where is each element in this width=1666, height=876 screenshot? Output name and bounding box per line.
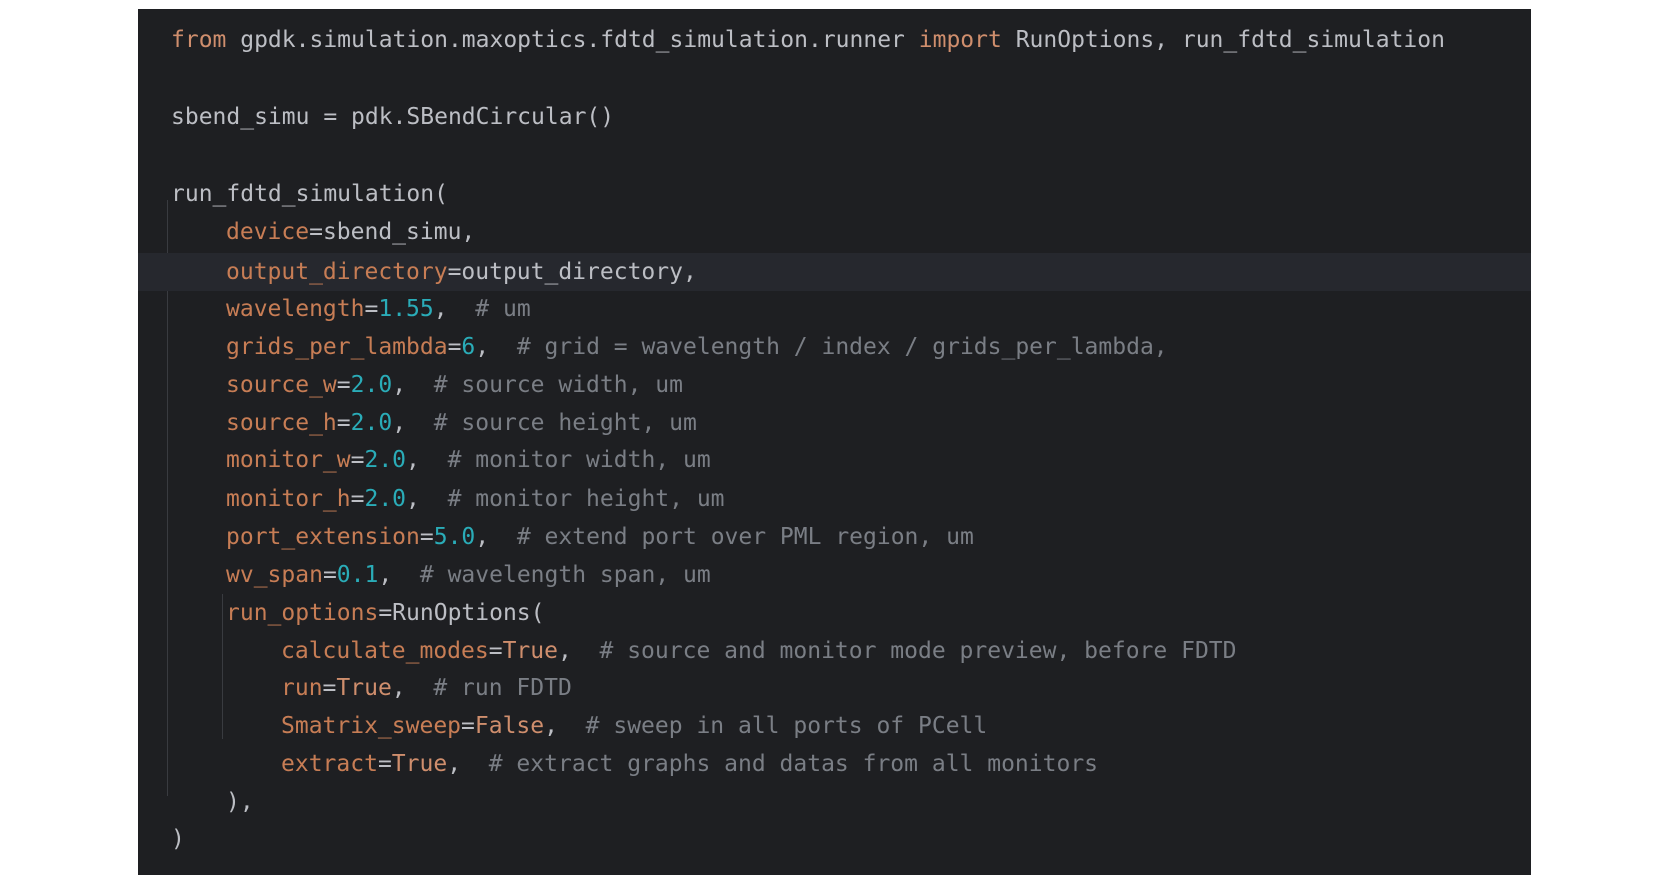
param-name: monitor_h xyxy=(226,486,351,512)
param-value: 2.0 xyxy=(364,486,407,512)
code-line-monitor-h[interactable]: monitor_h=2.0, # monitor height, um xyxy=(138,481,1531,517)
param-rest: =sbend_simu, xyxy=(309,219,476,245)
param-rest: =RunOptions( xyxy=(378,600,545,626)
param-name: extract xyxy=(281,751,378,777)
param-name: device xyxy=(226,219,310,245)
comment: # monitor width, um xyxy=(447,447,711,473)
param-name: wv_span xyxy=(226,562,323,588)
separator: , xyxy=(392,372,434,398)
separator: , xyxy=(406,447,448,473)
code-line-grids-per-lambda[interactable]: grids_per_lambda=6, # grid = wavelength … xyxy=(138,329,1531,365)
code-line-run[interactable]: run=True, # run FDTD xyxy=(138,670,1531,706)
comment: # run FDTD xyxy=(433,675,572,701)
equals-sign: = xyxy=(377,751,392,777)
param-name: source_w xyxy=(226,372,337,398)
param-value: True xyxy=(391,751,448,777)
code-line-import[interactable]: from gpdk.simulation.maxoptics.fdtd_simu… xyxy=(138,22,1531,58)
param-name: output_directory xyxy=(226,259,448,285)
code-line-smatrix-sweep[interactable]: Smatrix_sweep=False, # sweep in all port… xyxy=(138,708,1531,744)
code-line-run-options[interactable]: run_options=RunOptions( xyxy=(138,595,1531,631)
code-line-source-w[interactable]: source_w=2.0, # source width, um xyxy=(138,367,1531,403)
comment: # extend port over PML region, um xyxy=(516,524,974,550)
separator: , xyxy=(391,675,434,701)
equals-sign: = xyxy=(336,372,351,398)
param-name: Smatrix_sweep xyxy=(281,713,462,739)
param-name: wavelength xyxy=(226,296,365,322)
separator: , xyxy=(392,410,434,436)
separator: , xyxy=(475,334,517,360)
param-name: port_extension xyxy=(226,524,420,550)
param-name: calculate_modes xyxy=(281,638,489,664)
comment: # grid = wavelength / index / grids_per_… xyxy=(516,334,1168,360)
equals-sign: = xyxy=(322,562,337,588)
assign-statement: sbend_simu = pdk.SBendCircular() xyxy=(171,104,615,130)
comment: # source and monitor mode preview, befor… xyxy=(599,638,1237,664)
code-line-outer-close[interactable]: ) xyxy=(138,821,1531,857)
param-name: run xyxy=(281,675,323,701)
param-name: grids_per_lambda xyxy=(226,334,448,360)
param-value: False xyxy=(474,713,545,739)
equals-sign: = xyxy=(419,524,434,550)
separator: , xyxy=(447,751,489,777)
code-line-inner-close[interactable]: ), xyxy=(138,784,1531,820)
comment: # um xyxy=(475,296,531,322)
param-value: 2.0 xyxy=(364,447,407,473)
param-value: 0.1 xyxy=(336,562,379,588)
call-open: run_fdtd_simulation( xyxy=(171,181,448,207)
separator: , xyxy=(378,562,420,588)
equals-sign: = xyxy=(336,410,351,436)
code-line-wavelength[interactable]: wavelength=1.55, # um xyxy=(138,291,1531,327)
param-value: 6 xyxy=(461,334,476,360)
comment: # source height, um xyxy=(433,410,697,436)
param-value: 2.0 xyxy=(350,372,393,398)
param-name: run_options xyxy=(226,600,379,626)
keyword-import: import xyxy=(918,27,1002,53)
equals-sign: = xyxy=(350,486,365,512)
keyword-from: from xyxy=(171,27,227,53)
param-value: 2.0 xyxy=(350,410,393,436)
param-value: 1.55 xyxy=(378,296,434,322)
separator: , xyxy=(433,296,476,322)
code-line-assign[interactable]: sbend_simu = pdk.SBendCircular() xyxy=(138,99,1531,135)
equals-sign: = xyxy=(364,296,379,322)
code-line-call-open[interactable]: run_fdtd_simulation( xyxy=(138,176,1531,212)
code-editor[interactable]: from gpdk.simulation.maxoptics.fdtd_simu… xyxy=(138,9,1531,875)
code-line-port-extension[interactable]: port_extension=5.0, # extend port over P… xyxy=(138,519,1531,555)
code-line-calculate-modes[interactable]: calculate_modes=True, # source and monit… xyxy=(138,633,1531,669)
equals-sign: = xyxy=(322,675,337,701)
module-path: gpdk.simulation.maxoptics.fdtd_simulatio… xyxy=(226,27,919,53)
imported-names: RunOptions, run_fdtd_simulation xyxy=(1001,27,1445,53)
separator: , xyxy=(406,486,448,512)
param-value: 5.0 xyxy=(433,524,476,550)
separator: , xyxy=(557,638,600,664)
comment: # sweep in all ports of PCell xyxy=(585,713,988,739)
param-name: source_h xyxy=(226,410,337,436)
code-line-monitor-w[interactable]: monitor_w=2.0, # monitor width, um xyxy=(138,442,1531,478)
param-value: True xyxy=(502,638,558,664)
comment: # wavelength span, um xyxy=(419,562,711,588)
separator: , xyxy=(475,524,517,550)
code-line-wv-span[interactable]: wv_span=0.1, # wavelength span, um xyxy=(138,557,1531,593)
comment: # monitor height, um xyxy=(447,486,725,512)
code-line-output-directory[interactable]: output_directory=output_directory, xyxy=(138,253,1531,291)
separator: , xyxy=(544,713,586,739)
inner-close: ), xyxy=(226,789,254,815)
equals-sign: = xyxy=(488,638,503,664)
code-line-extract[interactable]: extract=True, # extract graphs and datas… xyxy=(138,746,1531,782)
comment: # extract graphs and datas from all moni… xyxy=(488,751,1099,777)
param-rest: =output_directory, xyxy=(447,259,697,285)
code-line-source-h[interactable]: source_h=2.0, # source height, um xyxy=(138,405,1531,441)
equals-sign: = xyxy=(461,713,475,739)
comment: # source width, um xyxy=(433,372,683,398)
equals-sign: = xyxy=(447,334,462,360)
param-name: monitor_w xyxy=(226,447,351,473)
code-line-device[interactable]: device=sbend_simu, xyxy=(138,214,1531,250)
param-value: True xyxy=(336,675,392,701)
outer-close: ) xyxy=(171,826,185,852)
equals-sign: = xyxy=(350,447,365,473)
